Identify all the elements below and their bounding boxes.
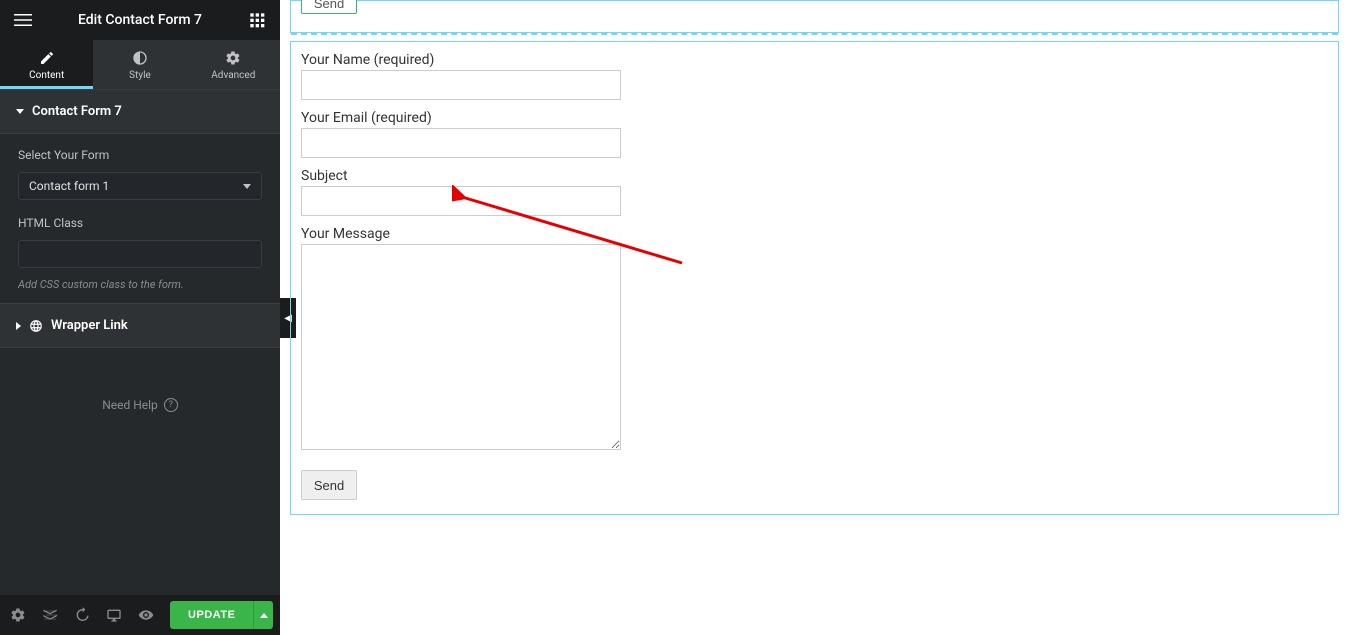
history-icon[interactable] — [74, 607, 90, 623]
select-value: Contact form 1 — [29, 179, 109, 193]
sidebar-title: Edit Contact Form 7 — [32, 12, 248, 28]
html-class-input[interactable] — [18, 240, 262, 268]
tab-style[interactable]: Style — [93, 40, 186, 89]
send-button[interactable]: Send — [301, 470, 357, 500]
navigator-icon[interactable] — [42, 607, 58, 623]
tab-content-label: Content — [29, 70, 64, 81]
select-your-form-dropdown[interactable]: Contact form 1 — [18, 172, 262, 200]
editor-canvas: Send Your Name (required) Your Email (re… — [280, 0, 1349, 635]
your-email-input[interactable] — [301, 128, 621, 158]
sidebar-header: Edit Contact Form 7 — [0, 0, 280, 40]
chevron-down-icon — [16, 109, 24, 114]
tab-content[interactable]: Content — [0, 40, 93, 89]
gear-icon — [225, 50, 241, 66]
select-form-label: Select Your Form — [18, 148, 262, 162]
need-help-label: Need Help — [102, 398, 158, 412]
preview-icon[interactable] — [138, 607, 154, 623]
update-button-group: UPDATE — [170, 601, 273, 629]
chevron-down-icon — [243, 184, 251, 189]
subject-input[interactable] — [301, 186, 621, 216]
menu-icon[interactable] — [14, 11, 32, 29]
html-class-label: HTML Class — [18, 216, 262, 230]
your-email-label: Your Email (required) — [301, 110, 1328, 126]
your-message-textarea[interactable] — [301, 244, 621, 450]
chevron-right-icon — [16, 322, 21, 330]
send-button-top[interactable]: Send — [301, 0, 357, 14]
need-help-link[interactable]: Need Help ? — [0, 348, 280, 462]
pencil-icon — [39, 50, 55, 66]
your-name-label: Your Name (required) — [301, 52, 1328, 68]
section-title: Wrapper Link — [51, 318, 128, 333]
sidebar-footer: UPDATE — [0, 595, 280, 635]
subject-label: Subject — [301, 168, 1328, 184]
your-message-label: Your Message — [301, 226, 1328, 242]
responsive-icon[interactable] — [106, 607, 122, 623]
chevron-up-icon — [260, 613, 268, 618]
html-class-hint: Add CSS custom class to the form. — [18, 278, 262, 291]
help-icon: ? — [164, 398, 178, 412]
section-contact-form-7[interactable]: Contact Form 7 — [0, 89, 280, 134]
contrast-icon — [132, 50, 148, 66]
section-wrapper-link[interactable]: Wrapper Link — [0, 303, 280, 348]
editor-sidebar: Edit Contact Form 7 Content Style Advanc… — [0, 0, 280, 635]
globe-icon — [29, 319, 43, 333]
your-name-input[interactable] — [301, 70, 621, 100]
tab-advanced-label: Advanced — [211, 70, 255, 81]
update-button[interactable]: UPDATE — [170, 601, 253, 629]
update-options-button[interactable] — [253, 601, 273, 629]
widget-previous-form[interactable]: Send — [290, 0, 1339, 33]
editor-tabs: Content Style Advanced — [0, 40, 280, 89]
widgets-grid-icon[interactable] — [248, 11, 266, 29]
section-body-contact-form-7: Select Your Form Contact form 1 HTML Cla… — [0, 134, 280, 303]
settings-icon[interactable] — [10, 607, 26, 623]
section-title: Contact Form 7 — [32, 104, 122, 119]
widget-contact-form[interactable]: Your Name (required) Your Email (require… — [290, 41, 1339, 515]
tab-advanced[interactable]: Advanced — [187, 40, 280, 89]
tab-style-label: Style — [129, 70, 151, 81]
